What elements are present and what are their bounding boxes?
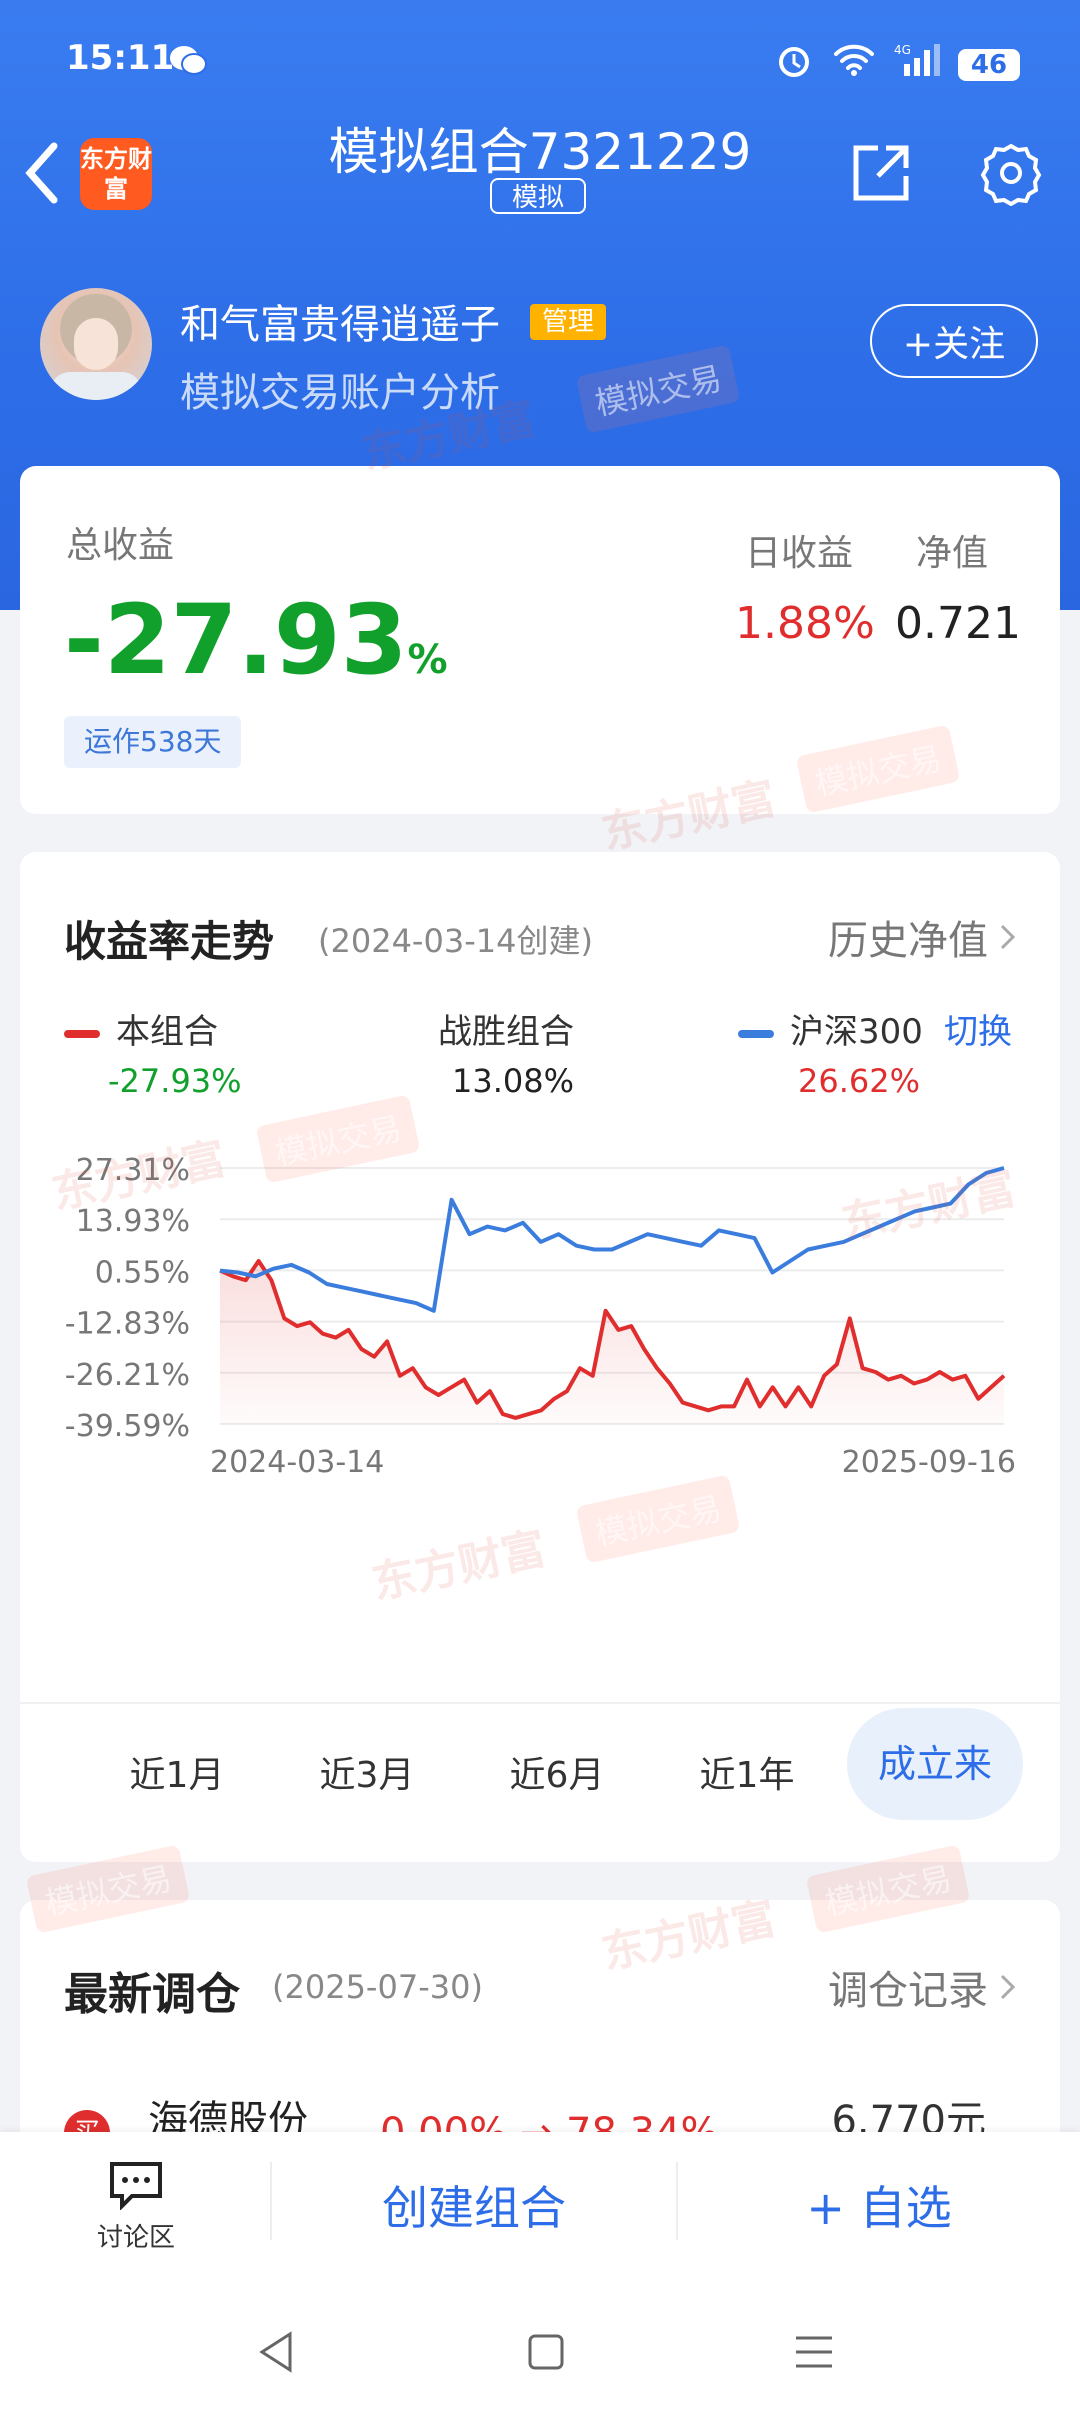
- svg-text:4G: 4G: [894, 43, 911, 57]
- rebalance-date: (2025-07-30): [272, 1968, 483, 2006]
- legend-index: 沪深300: [738, 1004, 923, 1053]
- battery-indicator: 46: [958, 48, 1020, 81]
- chat-bubble-icon: [110, 2162, 162, 2211]
- rebalance-record-link[interactable]: 调仓记录: [828, 1958, 1018, 2016]
- bottom-action-bar: 讨论区 创建组合 + 自选: [0, 2132, 1080, 2412]
- wifi-icon: [832, 42, 876, 87]
- index-line: [219, 1166, 1005, 1313]
- settings-gear-icon[interactable]: [978, 140, 1044, 210]
- share-button[interactable]: [848, 140, 914, 210]
- period-tab[interactable]: 近6月: [462, 1746, 652, 1798]
- history-nav-link[interactable]: 历史净值: [828, 908, 1018, 966]
- x-tick-label-start: 2024-03-14: [210, 1445, 384, 1480]
- y-tick-label: 27.31%: [76, 1153, 190, 1188]
- total-return-label: 总收益: [66, 525, 175, 566]
- x-tick-label-end: 2025-09-16: [842, 1445, 1016, 1480]
- trend-created-date: (2024-03-14创建): [318, 922, 593, 960]
- y-tick-label: -39.59%: [65, 1409, 190, 1444]
- return-trend-chart[interactable]: 27.31% 13.93% 0.55% -12.83% -26.21% -39.59% 20…: [20, 1132, 1060, 1672]
- system-nav-bar: [0, 2314, 1080, 2394]
- wechat-icon: [168, 42, 208, 87]
- y-tick-label: -26.21%: [65, 1358, 190, 1393]
- period-tabs: 近1月 近3月 近6月 近1年 成立来: [20, 1702, 1060, 1824]
- trend-card: 收益率走势 (2024-03-14创建) 历史净值 本组合 -27.93% 战胜…: [20, 852, 1060, 1862]
- avatar[interactable]: [40, 288, 152, 400]
- create-portfolio-button[interactable]: 创建组合: [272, 2172, 676, 2238]
- y-tick-label: 13.93%: [76, 1204, 190, 1239]
- y-tick-label: -12.83%: [65, 1307, 190, 1342]
- switch-index-button[interactable]: 切换: [944, 1004, 1012, 1053]
- summary-card: 总收益 -27.93% 运作538天 日收益 1.88% 净值 0.721: [20, 466, 1060, 814]
- legend-winner: 战胜组合: [438, 1012, 574, 1052]
- manager-badge: 管理: [530, 304, 607, 340]
- period-tab[interactable]: 近3月: [272, 1746, 462, 1798]
- discussion-button[interactable]: 讨论区: [86, 2160, 186, 2254]
- add-watchlist-button[interactable]: + 自选: [678, 2172, 1080, 2238]
- discussion-label: 讨论区: [96, 2223, 175, 2253]
- nav-home-icon[interactable]: [526, 2332, 566, 2372]
- rebalance-title: 最新调仓: [64, 1969, 240, 2020]
- total-return-value: -27.93%: [64, 584, 448, 696]
- nav-menu-icon[interactable]: [792, 2332, 836, 2372]
- nav-back-icon[interactable]: [256, 2330, 296, 2374]
- chevron-right-icon: [1000, 1974, 1016, 2000]
- nav-label: 净值: [916, 533, 989, 574]
- daily-return-label: 日收益: [745, 533, 854, 574]
- legend-portfolio-value: -27.93%: [108, 1062, 242, 1100]
- follow-button[interactable]: +关注: [870, 304, 1038, 378]
- running-days-badge: 运作538天: [64, 716, 242, 768]
- trend-title: 收益率走势: [64, 917, 275, 966]
- account-description: 模拟交易账户分析: [180, 370, 500, 416]
- username[interactable]: 和气富贵得逍遥子: [180, 292, 500, 350]
- status-icons: 4G 46: [774, 40, 1020, 89]
- page-title: 模拟组合7321229: [328, 123, 752, 181]
- period-tab[interactable]: 近1年: [652, 1746, 842, 1798]
- status-bar: 15:11 4G 46: [0, 30, 1080, 90]
- legend-winner-value: 13.08%: [452, 1062, 575, 1100]
- period-tab[interactable]: 近1月: [82, 1746, 272, 1798]
- y-tick-label: 0.55%: [95, 1255, 190, 1290]
- alarm-icon: [774, 40, 814, 89]
- daily-return-value: 1.88%: [735, 598, 875, 649]
- period-tab[interactable]: 成立来: [840, 1704, 1030, 1820]
- legend-index-value: 26.62%: [798, 1062, 921, 1100]
- nav-value: 0.721: [895, 598, 1021, 649]
- simulation-tag: 模拟: [490, 178, 586, 214]
- status-time: 15:11: [66, 38, 175, 78]
- chevron-right-icon: [1000, 924, 1016, 950]
- legend-portfolio: 本组合: [64, 1004, 218, 1053]
- signal-icon: 4G: [894, 42, 940, 87]
